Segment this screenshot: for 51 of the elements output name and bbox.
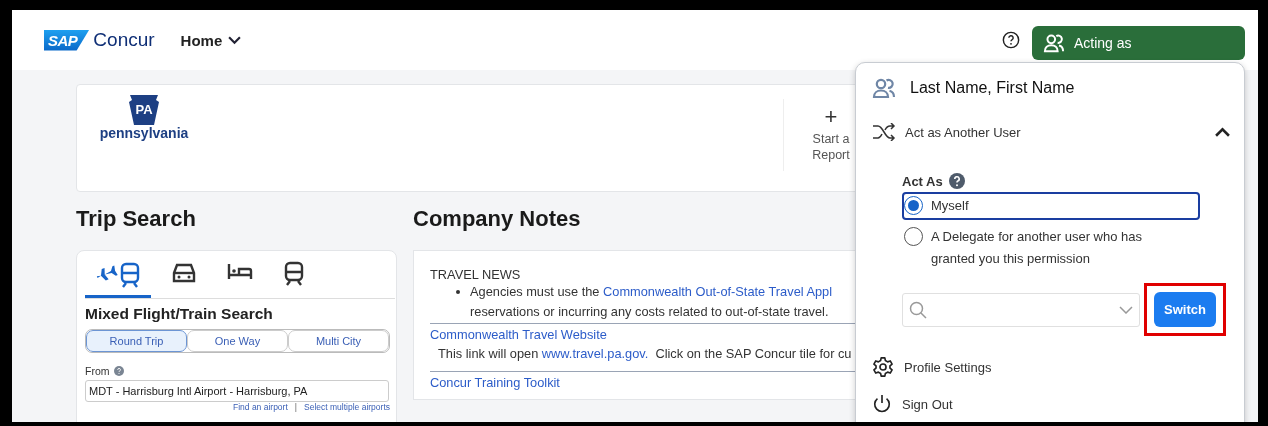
home-menu[interactable]: Home [180,31,242,49]
note-text: This link will open [438,346,540,361]
act-as-option[interactable]: Myself [902,192,1200,220]
select-airports-link[interactable]: Select multiple airports [304,402,390,412]
sign-out-item[interactable]: Sign Out [872,394,953,414]
power-icon [872,394,892,414]
search-icon [909,300,927,319]
sap-logo[interactable]: SAP [44,29,90,51]
note-title-link[interactable]: Commonwealth Travel Website [430,325,858,344]
settings-icon [872,356,894,378]
train-icon [283,261,305,287]
news-text: reservations or incurring any costs related to out-of-state travel. [470,303,830,321]
field-label: From [85,365,110,377]
website-link[interactable]: www.travel.pa.gov. [541,346,649,361]
concur-logo-text: Concur [93,29,155,51]
logo-mark-text: PA [135,102,153,117]
search-heading: Mixed Flight/Train Search [85,305,274,323]
plane-train-icon [95,261,141,289]
act-as-label: Act As [902,173,943,189]
switch-button[interactable]: Switch [1154,292,1216,327]
trip-type-option[interactable]: Multi City [288,330,389,352]
note-title-link[interactable]: Concur Training Toolkit [430,373,858,392]
user-search-field[interactable] [902,292,1140,327]
news-heading: TRAVEL NEWS [430,267,522,282]
travel-application-link[interactable]: Commonwealth Out-of-State Travel Appl [603,284,833,299]
user-name: Last Name, First Name [910,79,1075,97]
help-icon[interactable] [1002,31,1020,49]
shuffle-icon [872,123,896,141]
car-icon [171,261,197,285]
link-separator: | [294,402,297,412]
chevron-down-icon [228,35,242,45]
act-as-another-user-toggle[interactable]: Act as Another User [872,123,1230,141]
profile-settings-item[interactable]: Profile Settings [872,356,992,378]
acting-as-button[interactable]: Acting as [1032,26,1245,60]
pennsylvania-logo-text: pennsylvania [99,125,189,141]
trip-search-title: Trip Search [76,206,197,232]
note-text: Click on the SAP Concur tile for cu [654,346,852,361]
trip-type-option[interactable]: One Way [187,330,288,352]
from-field[interactable]: MDT - Harrisburg Intl Airport - Harrisburg, PA [85,380,389,402]
users-icon [872,77,896,99]
users-icon [1043,33,1065,53]
news-text: Agencies must use the [470,284,601,299]
bullet-icon [456,290,460,294]
company-notes-title: Company Notes [413,206,582,232]
act-as-option[interactable]: A Delegate for another user who has granted you this permission [902,223,1200,273]
trip-type-option[interactable]: Round Trip [86,330,187,352]
start-report-button[interactable]: + Start a Report [798,99,864,163]
bed-icon [227,261,253,281]
find-airport-link[interactable]: Find an airport [233,402,288,412]
help-icon[interactable] [948,173,965,189]
chevron-down-icon [1119,305,1133,314]
